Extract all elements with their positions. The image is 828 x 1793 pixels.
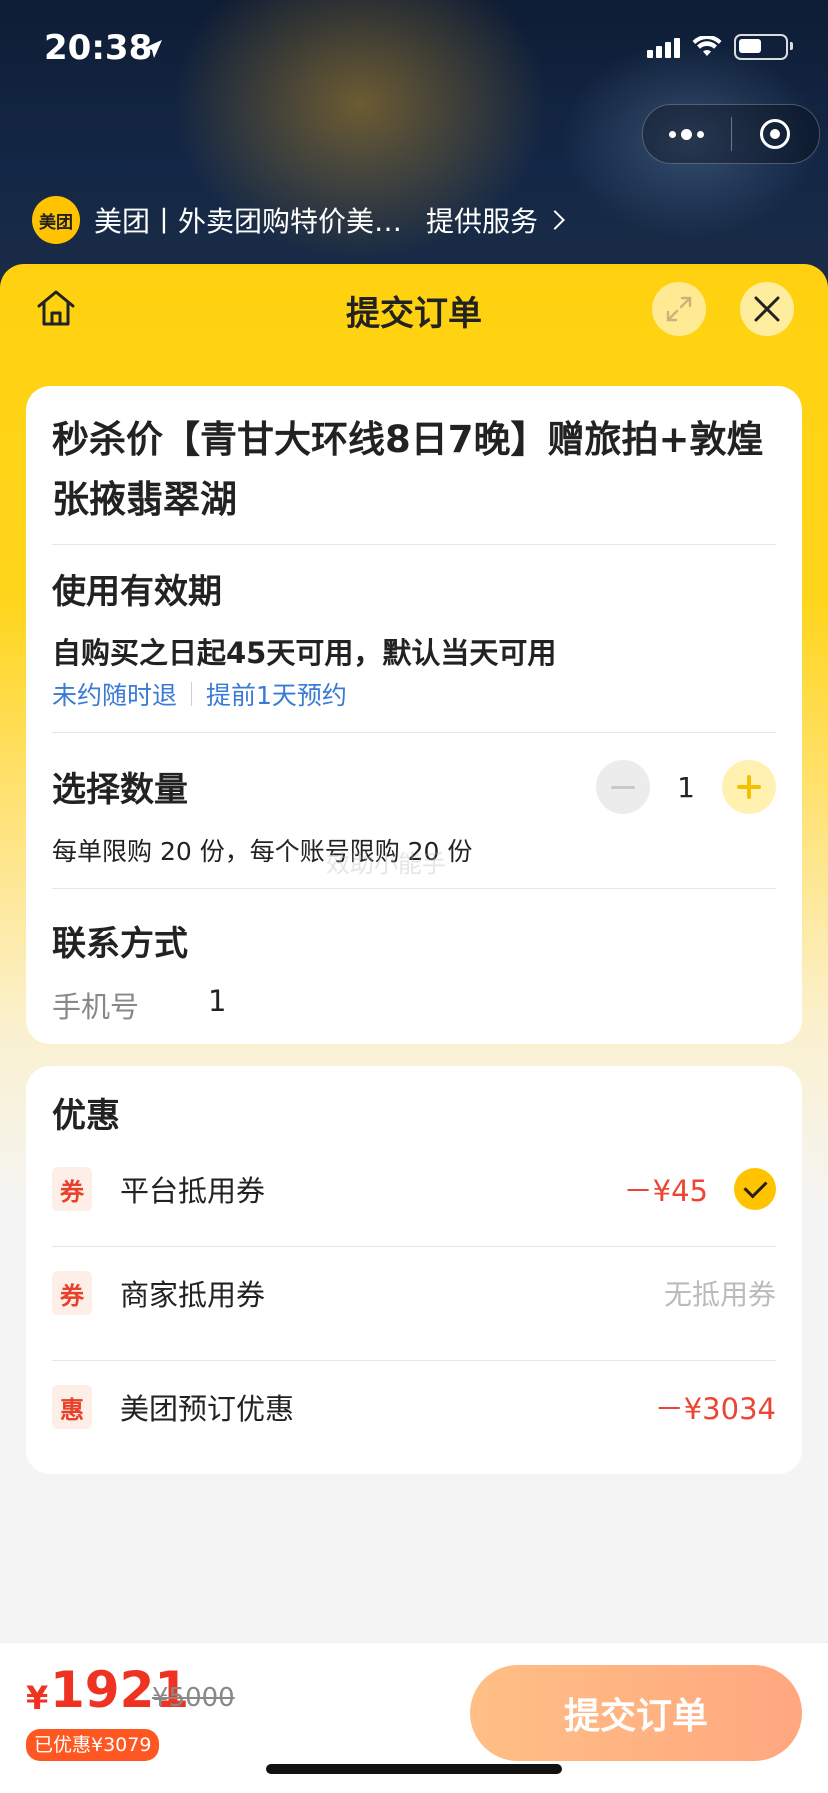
discount-card: 优惠 券 平台抵用券 －¥45 券 商家抵用券 无抵用券 惠 美团预订优惠 －¥…	[26, 1066, 802, 1474]
discount-amount: －¥45	[623, 1174, 708, 1208]
sheet-header: 提交订单	[0, 264, 828, 354]
discount-badge: 惠	[52, 1385, 92, 1429]
discount-title: 优惠	[52, 1096, 120, 1136]
validity-text: 自购买之日起45天可用，默认当天可用	[52, 636, 557, 670]
coupon-badge: 券	[52, 1271, 92, 1315]
discount-label: 商家抵用券	[120, 1278, 266, 1312]
discount-row-booking: 惠 美团预订优惠 －¥3034	[52, 1362, 776, 1452]
discount-row-merchant[interactable]: 券 商家抵用券 无抵用券	[52, 1248, 776, 1338]
policy-tags: 未约随时退 提前1天预约	[52, 676, 347, 712]
service-provider[interactable]: 美团 美团丨外卖团购特价美… 提供服务	[32, 196, 565, 244]
quantity-value: 1	[677, 770, 695, 804]
discount-label: 美团预订优惠	[120, 1392, 295, 1426]
more-menu-button[interactable]	[643, 105, 731, 163]
price-currency: ¥	[26, 1679, 49, 1717]
quantity-title: 选择数量	[52, 770, 188, 810]
coupon-badge: 券	[52, 1167, 92, 1211]
discount-row-platform[interactable]: 券 平台抵用券 －¥45	[52, 1144, 776, 1234]
contact-title: 联系方式	[52, 924, 188, 964]
increase-button[interactable]	[722, 760, 776, 814]
expand-icon	[666, 296, 692, 322]
checkmark-icon[interactable]	[734, 1168, 776, 1210]
target-icon	[760, 119, 791, 149]
original-price: ¥5000	[152, 1683, 235, 1713]
saved-amount-badge: 已优惠¥3079	[26, 1729, 160, 1761]
close-button[interactable]	[740, 282, 794, 336]
provider-service-label: 提供服务	[426, 205, 539, 238]
mini-program-capsule	[642, 104, 820, 164]
phone-label: 手机号	[52, 990, 140, 1024]
status-time: 20:38	[44, 28, 153, 68]
meituan-logo: 美团	[32, 196, 80, 244]
discount-amount: －¥3034	[654, 1392, 776, 1426]
discount-label: 平台抵用券	[120, 1174, 266, 1208]
tag-refund: 未约随时退	[52, 681, 178, 710]
no-coupon-text: 无抵用券	[663, 1278, 776, 1311]
phone-input[interactable]: 1	[208, 984, 226, 1018]
more-dots-icon	[669, 128, 705, 140]
product-title: 秒杀价【青甘大环线8日7晚】赠旅拍+敦煌张掖翡翠湖	[52, 418, 764, 521]
close-mini-program-button[interactable]	[732, 105, 820, 163]
tag-reservation: 提前1天预约	[206, 681, 347, 710]
quantity-stepper: 1	[596, 760, 776, 814]
submit-order-button[interactable]: 提交订单	[470, 1665, 802, 1761]
cellular-signal-icon	[647, 36, 680, 58]
close-icon	[754, 296, 780, 322]
watermark: 效助小能手	[326, 850, 446, 878]
order-info-card: 秒杀价【青甘大环线8日7晚】赠旅拍+敦煌张掖翡翠湖 使用有效期 自购买之日起45…	[26, 386, 802, 1044]
decrease-button[interactable]	[596, 760, 650, 814]
status-bar: 20:38	[0, 0, 828, 100]
location-arrow-icon	[144, 40, 162, 58]
minus-icon	[611, 785, 635, 789]
home-indicator	[266, 1764, 562, 1774]
expand-button[interactable]	[652, 282, 706, 336]
provider-name: 美团丨外卖团购特价美…	[94, 205, 403, 238]
battery-icon	[734, 34, 793, 60]
validity-title: 使用有效期	[52, 572, 222, 612]
chevron-right-icon	[545, 210, 565, 230]
wifi-icon	[692, 36, 722, 56]
